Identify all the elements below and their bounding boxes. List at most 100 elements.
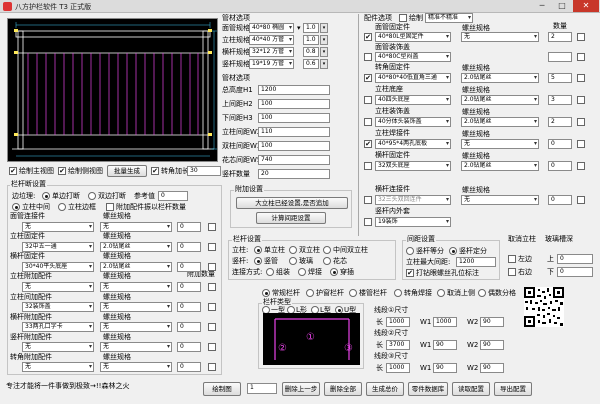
handrail-row-checkbox[interactable] <box>208 263 216 271</box>
minimize-button[interactable]: ─ <box>532 0 552 12</box>
part-checkbox[interactable] <box>364 53 372 61</box>
handrail-row-checkbox[interactable] <box>208 303 216 311</box>
left-checkbox[interactable] <box>508 255 516 263</box>
hole-mark-checkbox[interactable]: ✔ <box>406 269 414 277</box>
seg-w2-input[interactable]: 90 <box>480 317 504 327</box>
right-checkbox[interactable] <box>508 268 516 276</box>
calc-spacing-button[interactable]: 计算间距设置 <box>256 212 326 224</box>
dim-input[interactable]: 100 <box>258 141 330 151</box>
equal-split-radio[interactable] <box>406 247 414 255</box>
dim-input[interactable]: 740 <box>258 155 330 165</box>
handrail-row-part-select[interactable]: 30*40平头底座 <box>22 262 94 272</box>
part-select[interactable]: 40*80L型固定件 <box>375 32 451 42</box>
pipe-spec-select[interactable]: 32*12 方管 <box>249 47 294 57</box>
seg-length-input[interactable]: 1000 <box>386 363 410 373</box>
glass-down-input[interactable]: 0 <box>557 267 593 277</box>
main-view-checkbox[interactable]: ✔ <box>9 167 17 175</box>
pipe-spec-select[interactable]: 40*40 方管 <box>249 35 294 45</box>
single-col-radio[interactable] <box>254 246 262 254</box>
part-spec-select[interactable]: 2.0钻尾丝 <box>461 73 539 83</box>
maximize-button[interactable]: □ <box>552 0 572 12</box>
part-select[interactable]: 40*80C型闷盖 <box>375 52 451 62</box>
handrail-row-spec-select[interactable]: 无 <box>100 322 172 332</box>
seg-length-input[interactable]: 1000 <box>386 317 410 327</box>
part-checkbox[interactable] <box>364 218 372 226</box>
middle-double-col-radio[interactable] <box>323 246 331 254</box>
thickness-input[interactable]: 0.8 <box>303 47 319 57</box>
conn-assemble-radio[interactable] <box>266 268 274 276</box>
part-select[interactable]: 19装饰 <box>375 217 451 227</box>
big-column-button[interactable]: 大立柱已经设置,是否追加 <box>236 197 348 209</box>
conn-weld-radio[interactable] <box>298 268 306 276</box>
vert-glass-radio[interactable] <box>289 257 297 265</box>
part-extra-checkbox[interactable] <box>577 118 585 126</box>
vert-pipe-radio[interactable] <box>254 257 262 265</box>
handrail-row-spec-select[interactable]: 无 <box>100 362 172 372</box>
thickness-input[interactable]: 1.0 <box>303 35 319 45</box>
handrail-row-qty-input[interactable]: 0 <box>177 322 201 332</box>
extra-parts-checkbox[interactable] <box>106 203 114 211</box>
rotate-extend-input[interactable]: 30 <box>187 166 221 176</box>
handrail-row-qty-input[interactable]: 0 <box>177 282 201 292</box>
part-qty-input[interactable]: 2 <box>548 32 572 42</box>
part-extra-checkbox[interactable] <box>577 53 585 61</box>
export-config-button[interactable]: 导出配置 <box>494 382 532 396</box>
part-extra-checkbox[interactable] <box>577 140 585 148</box>
part-qty-input[interactable]: 5 <box>548 73 572 83</box>
handrail-row-spec-select[interactable]: 无 <box>100 282 172 292</box>
handrail-row-qty-input[interactable]: 0 <box>177 242 201 252</box>
handrail-row-part-select[interactable]: 无 <box>22 342 94 352</box>
handrail-row-spec-select[interactable]: 无 <box>100 342 172 352</box>
handrail-row-qty-input[interactable]: 0 <box>177 362 201 372</box>
draw-button[interactable]: 绘制图 <box>203 382 241 396</box>
rail-type-radio[interactable] <box>394 289 402 297</box>
thickness-input[interactable]: 0.6 <box>303 59 319 69</box>
conn-insert-radio[interactable] <box>330 268 338 276</box>
handrail-row-qty-input[interactable]: 0 <box>177 262 201 272</box>
handrail-row-part-select[interactable]: 无 <box>22 282 94 292</box>
part-select[interactable]: 40*95*4两孔底板 <box>375 139 451 149</box>
handrail-row-checkbox[interactable] <box>208 223 216 231</box>
part-checkbox[interactable] <box>364 196 372 204</box>
part-select[interactable]: 40*80*40低直角三通 <box>375 73 451 83</box>
part-spec-select[interactable]: 2.0钻尾丝 <box>461 161 539 171</box>
handrail-row-spec-select[interactable]: 2.0钻尾丝 <box>100 262 172 272</box>
handrail-row-part-select[interactable]: 无 <box>22 222 94 232</box>
handrail-row-part-select[interactable]: 32中五一通 <box>22 242 94 252</box>
seg-w2-input[interactable]: 90 <box>480 363 504 373</box>
part-qty-input[interactable]: 0 <box>548 161 572 171</box>
handrail-row-checkbox[interactable] <box>208 283 216 291</box>
handrail-row-qty-input[interactable]: 0 <box>177 222 201 232</box>
single-break-radio[interactable] <box>42 192 50 200</box>
handrail-row-part-select[interactable]: 33两孔口字卡 <box>22 322 94 332</box>
delete-last-button[interactable]: 删除上一步 <box>282 382 320 396</box>
drawing-canvas[interactable] <box>7 18 218 162</box>
handrail-row-spec-select[interactable]: 无 <box>100 222 172 232</box>
part-checkbox[interactable]: ✔ <box>364 33 372 41</box>
part-checkbox[interactable]: ✔ <box>364 140 372 148</box>
dim-input[interactable]: 100 <box>258 113 330 123</box>
double-break-radio[interactable] <box>88 192 96 200</box>
rail-type-radio[interactable] <box>306 289 314 297</box>
pos-middle-radio[interactable] <box>12 203 20 211</box>
part-extra-checkbox[interactable] <box>577 196 585 204</box>
handrail-row-checkbox[interactable] <box>208 323 216 331</box>
precision-select[interactable]: 精准不精准 <box>425 13 473 23</box>
handrail-row-qty-input[interactable]: 0 <box>177 302 201 312</box>
parts-database-button[interactable]: 零件数据库 <box>408 382 448 396</box>
handrail-row-spec-select[interactable]: 无 <box>100 302 172 312</box>
part-select[interactable]: 40四头底座 <box>375 95 451 105</box>
handrail-row-checkbox[interactable] <box>208 343 216 351</box>
part-qty-input[interactable] <box>548 52 572 62</box>
part-checkbox[interactable] <box>364 118 372 126</box>
dim-input[interactable]: 110 <box>258 127 330 137</box>
vert-flower-radio[interactable] <box>323 257 331 265</box>
delete-all-button[interactable]: 删除全部 <box>324 382 362 396</box>
part-extra-checkbox[interactable] <box>577 96 585 104</box>
pipe-spec-select[interactable]: 40*80 椭圆 <box>249 23 294 33</box>
part-select[interactable]: 32三头双回连件 <box>375 195 451 205</box>
thickness-spinner[interactable]: ▾ <box>320 47 328 57</box>
seg-w-input[interactable]: 90 <box>433 340 457 350</box>
seg-w-input[interactable]: 90 <box>433 363 457 373</box>
rail-type-radio[interactable] <box>478 289 486 297</box>
